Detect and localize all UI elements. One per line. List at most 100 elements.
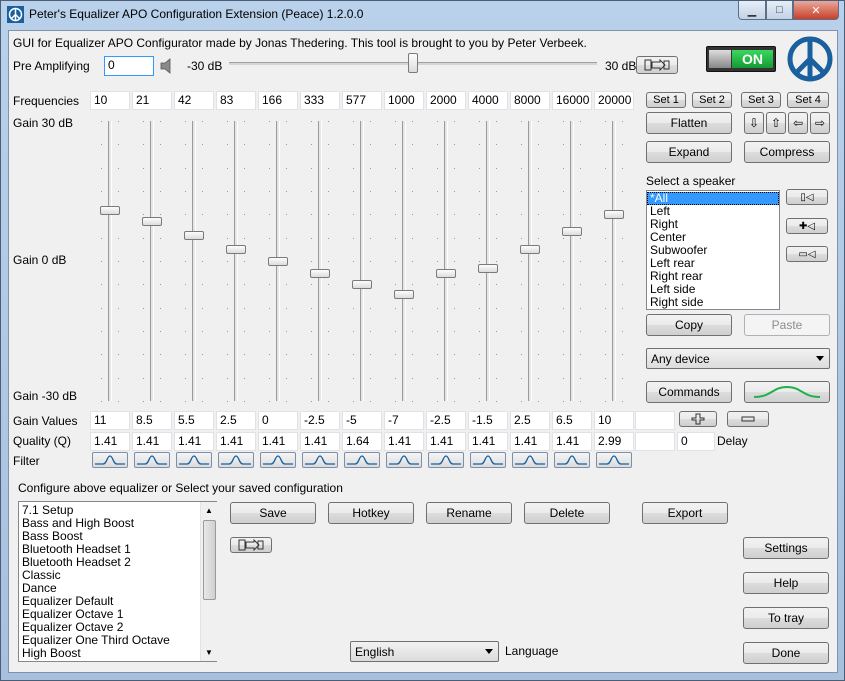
gain-slider-thumb[interactable] [268,257,288,266]
gain-slider-track[interactable] [570,121,574,401]
gain-value-input[interactable]: -1.5 [468,411,508,430]
frequency-input[interactable]: 2000 [426,91,466,110]
frequency-input[interactable]: 10 [90,91,130,110]
gain-slider-track[interactable] [150,121,154,401]
frequency-input[interactable]: 4000 [468,91,508,110]
gain-value-input[interactable]: 0 [258,411,298,430]
language-select[interactable]: English [350,641,499,662]
gain-value-input[interactable]: 11 [90,411,130,430]
frequency-input[interactable]: 21 [132,91,172,110]
done-button[interactable]: Done [743,642,829,664]
quality-input[interactable]: 1.41 [216,432,256,451]
power-switch[interactable]: ON [706,46,776,72]
help-button[interactable]: Help [743,572,829,594]
gain-slider-track[interactable] [528,121,532,401]
preamp-input[interactable]: 0 [104,56,154,76]
minimize-button[interactable]: ▁ [738,1,766,20]
quality-input[interactable]: 1.41 [426,432,466,451]
flatten-button[interactable]: Flatten [646,112,732,134]
set2-button[interactable]: Set 2 [692,92,732,108]
gain-slider-thumb[interactable] [394,289,414,299]
maximize-button[interactable]: □ [766,1,793,20]
quality-input[interactable]: 1.41 [552,432,592,451]
config-list[interactable]: 7.1 Setup Bass and High Boost Bass Boost Bl… [18,501,217,662]
gain-slider-thumb[interactable] [520,245,540,255]
gain-slider-track[interactable] [108,121,112,401]
gain-slider-track[interactable] [612,121,616,401]
remove-band-button[interactable] [727,411,769,427]
gain-value-input[interactable]: 10 [594,411,634,430]
frequency-input[interactable]: 83 [216,91,256,110]
arrow-down-button[interactable]: ⇩ [744,112,764,134]
rename-button[interactable]: Rename [426,502,512,524]
gain-slider-track[interactable] [486,121,490,401]
to-tray-button[interactable]: To tray [743,607,829,629]
delete-button[interactable]: Delete [524,502,610,524]
graph-button[interactable] [744,381,830,403]
gain-value-input[interactable]: 2.5 [216,411,256,430]
gain-value-input[interactable]: -2.5 [426,411,466,430]
hotkey-button[interactable]: Hotkey [328,502,414,524]
frequency-input[interactable]: 577 [342,91,382,110]
gain-extra-input[interactable] [635,411,675,430]
filter-type-button[interactable] [260,452,296,468]
frequency-input[interactable]: 166 [258,91,298,110]
frequency-input[interactable]: 16000 [552,91,592,110]
gain-slider-track[interactable] [402,121,406,401]
gain-slider-thumb[interactable] [604,210,624,220]
filter-type-button[interactable] [386,452,422,468]
config-scrollbar[interactable]: ▲ ▼ [200,502,217,661]
set4-button[interactable]: Set 4 [787,92,829,108]
scroll-thumb[interactable] [203,520,216,600]
title-bar[interactable]: Peter's Equalizer APO Configuration Exte… [1,1,844,28]
save-button[interactable]: Save [230,502,316,524]
scroll-up-icon[interactable]: ▲ [205,506,213,515]
gain-value-input[interactable]: 6.5 [552,411,592,430]
filter-type-button[interactable] [470,452,506,468]
arrow-up-button[interactable]: ⇧ [766,112,786,134]
gain-slider-thumb[interactable] [100,205,120,215]
gain-slider-track[interactable] [318,121,322,401]
filter-type-button[interactable] [134,452,170,468]
quality-input[interactable]: 1.41 [300,432,340,451]
gain-value-input[interactable]: 8.5 [132,411,172,430]
quality-input[interactable]: 1.41 [468,432,508,451]
frequency-input[interactable]: 333 [300,91,340,110]
filter-type-button[interactable] [344,452,380,468]
gain-slider-track[interactable] [192,121,196,401]
delay-input[interactable]: 0 [677,432,715,451]
speaker-list-item[interactable]: Right side [647,296,779,309]
filter-type-button[interactable] [92,452,128,468]
frequency-input[interactable]: 20000 [594,91,634,110]
quality-input[interactable]: 2.99 [594,432,634,451]
quality-input[interactable]: 1.41 [90,432,130,451]
commands-button[interactable]: Commands [646,381,732,403]
frequency-input[interactable]: 42 [174,91,214,110]
gain-slider-thumb[interactable] [562,226,582,236]
filter-type-button[interactable] [302,452,338,468]
gain-value-input[interactable]: -7 [384,411,424,430]
set1-button[interactable]: Set 1 [646,92,686,108]
speaker-list[interactable]: *All Left Right Center Subwoofer Left rear Rig… [646,190,780,310]
gain-value-input[interactable]: -2.5 [300,411,340,430]
device-select[interactable]: Any device [646,348,830,369]
frequency-input[interactable]: 1000 [384,91,424,110]
paste-button[interactable]: Paste [744,314,830,336]
switch-mode-button[interactable] [636,56,678,74]
arrow-right-button[interactable]: ⇨ [810,112,830,134]
arrow-left-button[interactable]: ⇦ [788,112,808,134]
switch-mode-button-2[interactable] [230,537,272,553]
gain-slider-thumb[interactable] [310,268,330,278]
gain-slider-thumb[interactable] [436,268,456,278]
quality-input[interactable]: 1.41 [510,432,550,451]
speaker-remove-button[interactable]: ▭◁ [786,246,828,262]
expand-button[interactable]: Expand [646,141,732,163]
compress-button[interactable]: Compress [744,141,830,163]
add-band-button[interactable] [679,411,717,427]
preamp-slider-thumb[interactable] [408,53,418,73]
settings-button[interactable]: Settings [743,537,829,559]
config-list-item[interactable]: High Boost [19,647,216,660]
gain-slider-thumb[interactable] [226,245,246,255]
filter-type-button[interactable] [512,452,548,468]
gain-slider-thumb[interactable] [478,264,498,273]
